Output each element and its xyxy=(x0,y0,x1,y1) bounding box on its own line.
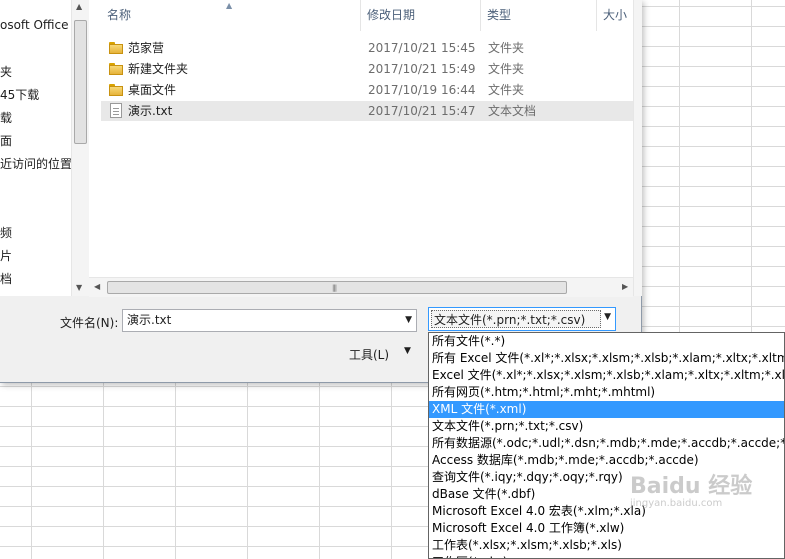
text-file-icon xyxy=(110,103,122,118)
watermark-text: Baidu 经验 xyxy=(630,474,753,499)
scroll-up-icon[interactable]: ▲ xyxy=(76,2,82,11)
file-type-combobox[interactable]: 文本文件(*.prn;*.txt;*.csv) ▼ xyxy=(428,307,616,331)
baidu-watermark: Baidu 经验 jingyan.baidu.com xyxy=(630,468,780,528)
file-row[interactable]: 范家营 2017/10/21 15:45 文件夹 xyxy=(101,38,633,58)
file-type-option[interactable]: 所有数据源(*.odc;*.udl;*.dsn;*.mdb;*.mde;*.ac… xyxy=(429,435,784,452)
folder-icon xyxy=(109,63,123,75)
horizontal-scroll-thumb[interactable]: ||| xyxy=(107,281,567,294)
file-name: 范家营 xyxy=(128,41,165,55)
folder-icon xyxy=(109,84,123,96)
file-type-option[interactable]: 所有网页(*.htm;*.html;*.mht;*.mhtml) xyxy=(429,384,784,401)
file-type-option[interactable]: Access 数据库(*.mdb;*.mde;*.accdb;*.accde) xyxy=(429,452,784,469)
file-modified-date: 2017/10/19 16:44 xyxy=(368,83,476,97)
tools-button[interactable]: 工具(L) xyxy=(349,346,389,363)
navigation-pane: osoft Office 夹 45下载载面近访问的位置频片档 ▲ ▼ xyxy=(0,0,89,296)
file-name: 新建文件夹 xyxy=(128,62,189,76)
filename-input[interactable]: 演示.txt ▼ xyxy=(122,309,417,332)
nav-item[interactable]: 频 xyxy=(0,224,12,241)
file-list-pane: ▲ 名称 修改日期 类型 大小 范家营 2017/10/21 15:45 文件夹 新建… xyxy=(89,0,633,296)
file-row[interactable]: 演示.txt 2017/10/21 15:47 文本文档 xyxy=(101,101,633,121)
scroll-left-icon[interactable]: ◀ xyxy=(94,282,100,291)
file-type-option[interactable]: 工作表(*.xlsx;*.xlsm;*.xlsb;*.xls) xyxy=(429,537,784,554)
file-type-option[interactable]: 所有 Excel 文件(*.xl*;*.xlsx;*.xlsm;*.xlsb;*… xyxy=(429,350,784,367)
file-type-selected: 文本文件(*.prn;*.txt;*.csv) xyxy=(431,310,601,328)
file-type-option[interactable]: 所有文件(*.*) xyxy=(429,333,784,350)
file-name: 桌面文件 xyxy=(128,83,177,97)
file-name: 演示.txt xyxy=(128,104,173,118)
column-header-name[interactable]: 名称 xyxy=(101,0,361,31)
column-header-type[interactable]: 类型 xyxy=(481,0,597,31)
file-modified-date: 2017/10/21 15:47 xyxy=(368,104,476,118)
nav-scroll-thumb[interactable] xyxy=(74,20,87,144)
file-type: 文件夹 xyxy=(488,83,525,97)
nav-item[interactable]: 片 xyxy=(0,247,12,264)
nav-item[interactable]: osoft Office xyxy=(0,18,69,32)
column-header-size[interactable]: 大小 xyxy=(597,0,633,31)
column-header-modified[interactable]: 修改日期 xyxy=(361,0,481,31)
file-row[interactable]: 新建文件夹 2017/10/21 15:49 文件夹 xyxy=(101,59,633,79)
nav-item[interactable]: 夹 xyxy=(0,63,12,80)
scroll-right-icon[interactable]: ▶ xyxy=(622,282,628,291)
file-list-vertical-scrollbar[interactable] xyxy=(633,0,642,296)
file-type: 文本文档 xyxy=(488,104,537,118)
nav-scrollbar[interactable]: ▲ ▼ xyxy=(71,0,89,296)
nav-item[interactable]: 面 xyxy=(0,132,12,149)
file-modified-date: 2017/10/21 15:49 xyxy=(368,62,476,76)
file-row[interactable]: 桌面文件 2017/10/19 16:44 文件夹 xyxy=(101,80,633,100)
chevron-down-icon[interactable]: ▼ xyxy=(604,312,611,322)
filename-input-value: 演示.txt xyxy=(127,313,172,327)
file-type-option[interactable]: 文本文件(*.prn;*.txt;*.csv) xyxy=(429,418,784,435)
filename-label: 文件名(N): xyxy=(60,316,119,330)
folder-icon xyxy=(109,42,123,54)
nav-item[interactable]: 档 xyxy=(0,270,12,287)
nav-item[interactable]: 45下载 xyxy=(0,86,39,103)
watermark-url: jingyan.baidu.com xyxy=(630,498,723,509)
file-modified-date: 2017/10/21 15:45 xyxy=(368,41,476,55)
tools-chevron-down-icon[interactable]: ▼ xyxy=(404,346,411,356)
file-list-horizontal-scrollbar[interactable]: ◀ ||| ▶ xyxy=(89,277,633,297)
chevron-down-icon[interactable]: ▼ xyxy=(405,310,412,331)
file-type: 文件夹 xyxy=(488,41,525,55)
file-type-option[interactable]: 工作区(*.xlw) xyxy=(429,554,784,558)
nav-item[interactable]: 近访问的位置 xyxy=(0,155,72,172)
scroll-down-icon[interactable]: ▼ xyxy=(76,283,82,292)
grip-icon: ||| xyxy=(332,284,337,292)
file-type: 文件夹 xyxy=(488,62,525,76)
file-type-option[interactable]: Excel 文件(*.xl*;*.xlsx;*.xlsm;*.xlsb;*.xl… xyxy=(429,367,784,384)
nav-item[interactable]: 载 xyxy=(0,109,12,126)
file-type-option[interactable]: XML 文件(*.xml) xyxy=(429,401,784,418)
